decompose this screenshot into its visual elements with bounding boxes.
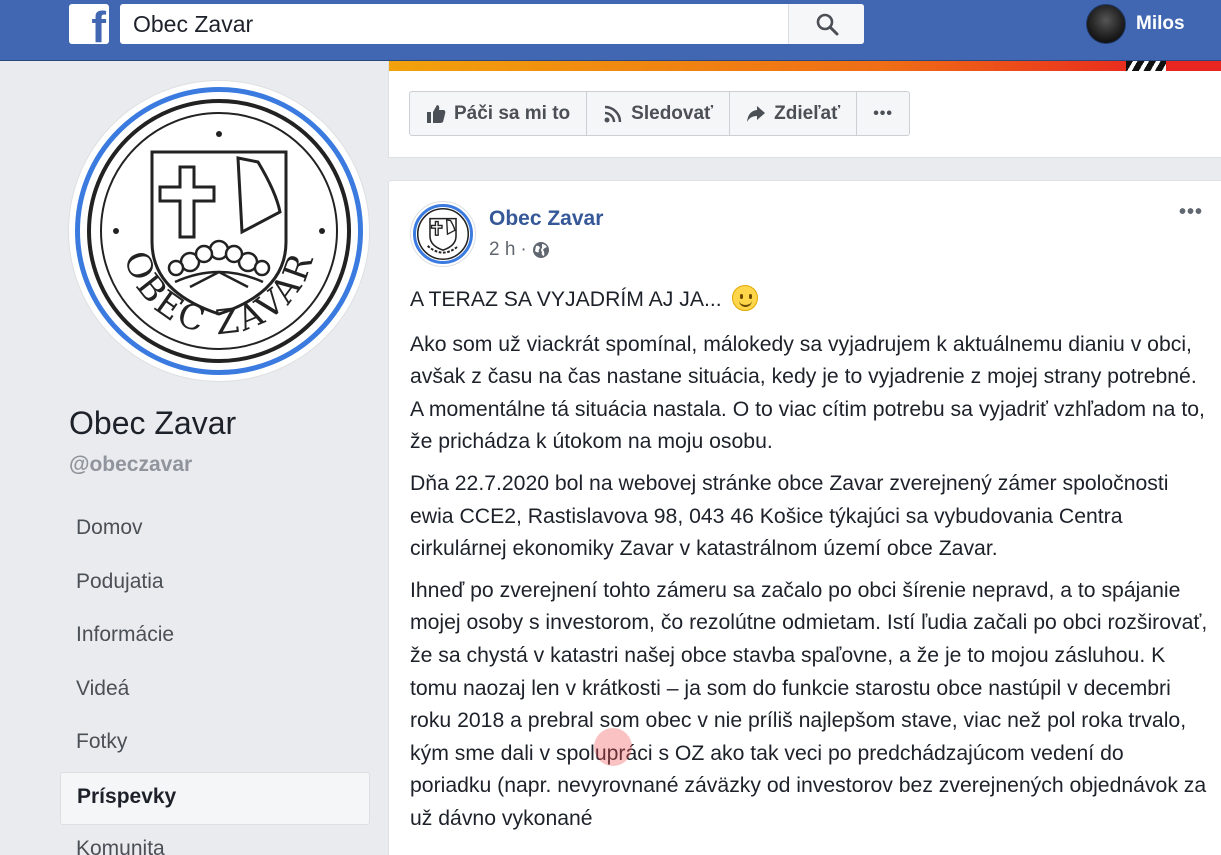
- rss-follow-icon: [604, 105, 622, 122]
- facebook-logo-icon[interactable]: f: [69, 4, 109, 44]
- nav-item-prispevky[interactable]: Príspevky: [60, 771, 370, 825]
- mouse-cursor-highlight: [594, 728, 632, 766]
- smiley-emoji-icon: [731, 285, 758, 311]
- nav-item-komunita[interactable]: Komunita: [60, 825, 370, 855]
- post-text: A TERAZ SA VYJADRÍM AJ JA... Ako som už …: [410, 284, 1210, 845]
- user-profile-link[interactable]: Milos: [1086, 4, 1185, 44]
- top-bar: f Milos: [0, 0, 1221, 61]
- post-paragraph: Ihneď po zverejnení tohto zámeru sa zača…: [410, 578, 1208, 830]
- obec-zavar-seal-icon: OBEC ZAVAR: [87, 99, 351, 363]
- like-button[interactable]: Páči sa mi to: [409, 91, 588, 136]
- cover-photo-edge: [389, 61, 1221, 71]
- share-button[interactable]: Zdieľať: [729, 91, 858, 136]
- more-options-button[interactable]: •••: [856, 91, 910, 136]
- action-button-row: Páči sa mi to Sledovať Zdieľať •••: [409, 91, 910, 136]
- avatar-ring: [413, 204, 473, 264]
- follow-label: Sledovať: [631, 102, 714, 124]
- page-actions-card: Páči sa mi to Sledovať Zdieľať •••: [388, 61, 1221, 158]
- search-box: [120, 4, 864, 44]
- nav-item-domov[interactable]: Domov: [60, 504, 370, 558]
- post-card: Obec Zavar 2 h · ••• A TERAZ SA VYJADRÍM…: [388, 180, 1221, 855]
- obec-zavar-seal-small-icon: [416, 207, 470, 261]
- post-author-avatar[interactable]: [410, 201, 476, 267]
- post-paragraph: Ako som už viackrát spomínal, málokedy s…: [410, 332, 1205, 454]
- thumbs-up-icon: [427, 104, 446, 123]
- post-paragraph: Dňa 22.7.2020 bol na webovej stránke obc…: [410, 471, 1169, 561]
- like-label: Páči sa mi to: [454, 102, 571, 124]
- post-meta: 2 h ·: [489, 239, 550, 261]
- nav-item-fotky[interactable]: Fotky: [60, 718, 370, 772]
- profile-picture-ring: OBEC ZAVAR: [75, 87, 363, 375]
- share-label: Zdieľať: [774, 102, 841, 124]
- globe-icon: [532, 242, 549, 258]
- page-title: Obec Zavar: [69, 405, 237, 441]
- avatar: [1086, 4, 1126, 44]
- search-icon: [816, 13, 838, 36]
- facebook-logo-letter: f: [91, 4, 106, 45]
- share-arrow-icon: [747, 105, 766, 122]
- nav-item-podujatia[interactable]: Podujatia: [60, 558, 370, 612]
- post-timestamp[interactable]: 2 h: [489, 239, 515, 261]
- post-headline: A TERAZ SA VYJADRÍM AJ JA...: [410, 288, 722, 311]
- nav-item-informacie[interactable]: Informácie: [60, 611, 370, 665]
- page-navigation: Domov Podujatia Informácie Videá Fotky P…: [60, 504, 370, 855]
- search-input[interactable]: [120, 4, 788, 44]
- post-headline-line: A TERAZ SA VYJADRÍM AJ JA...: [410, 284, 1210, 317]
- nav-item-videa[interactable]: Videá: [60, 665, 370, 719]
- post-options-icon[interactable]: •••: [1179, 201, 1203, 224]
- page-profile-picture[interactable]: OBEC ZAVAR: [69, 81, 369, 381]
- search-button[interactable]: [788, 4, 864, 44]
- follow-button[interactable]: Sledovať: [586, 91, 731, 136]
- more-dots-icon: •••: [873, 104, 893, 122]
- user-name: Milos: [1136, 13, 1185, 34]
- post-author-link[interactable]: Obec Zavar: [489, 207, 603, 231]
- meta-separator: ·: [520, 239, 527, 260]
- page-handle[interactable]: @obeczavar: [69, 453, 192, 477]
